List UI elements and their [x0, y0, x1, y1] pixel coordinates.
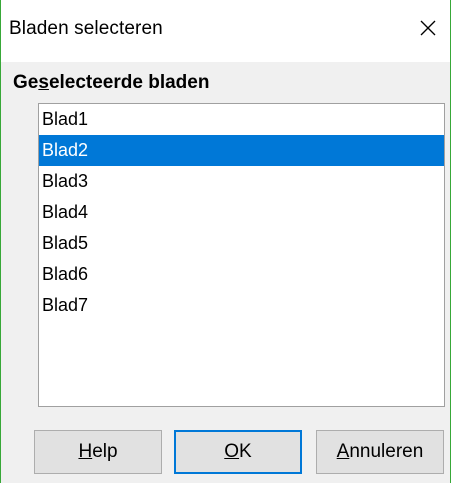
- sheet-list-item[interactable]: Blad6: [39, 259, 444, 290]
- label-suffix: electeerde bladen: [48, 72, 210, 93]
- select-sheets-dialog: Bladen selecteren Geselecteerde bladen B…: [0, 0, 451, 483]
- sheet-list-item[interactable]: Blad2: [39, 135, 444, 166]
- ok-label: K: [239, 441, 252, 462]
- cancel-button[interactable]: Annuleren: [316, 430, 444, 474]
- help-button[interactable]: Help: [34, 430, 162, 474]
- label-prefix: Ge: [13, 72, 39, 93]
- close-button[interactable]: [408, 8, 448, 48]
- dialog-body: Geselecteerde bladen Blad1 Blad2 Blad3 Blad…: [1, 62, 450, 483]
- selected-sheets-label: Geselecteerde bladen: [13, 72, 209, 94]
- cancel-label: nnuleren: [349, 441, 424, 462]
- sheet-list-item[interactable]: Blad1: [39, 104, 444, 135]
- sheet-list-item[interactable]: Blad7: [39, 290, 444, 321]
- help-label: elp: [92, 441, 118, 462]
- cancel-mnemonic: A: [336, 441, 350, 462]
- ok-mnemonic: O: [224, 441, 240, 462]
- label-mnemonic: s: [38, 72, 49, 93]
- window-title: Bladen selecteren: [9, 18, 163, 39]
- ok-button[interactable]: OK: [174, 430, 302, 474]
- close-icon: [420, 20, 436, 36]
- sheet-list-item[interactable]: Blad4: [39, 197, 444, 228]
- help-mnemonic: H: [78, 441, 93, 462]
- title-bar: Bladen selecteren: [1, 0, 450, 62]
- sheet-list-item[interactable]: Blad5: [39, 228, 444, 259]
- sheet-listbox[interactable]: Blad1 Blad2 Blad3 Blad4 Blad5 Blad6 Blad7: [38, 103, 445, 407]
- sheet-list-item[interactable]: Blad3: [39, 166, 444, 197]
